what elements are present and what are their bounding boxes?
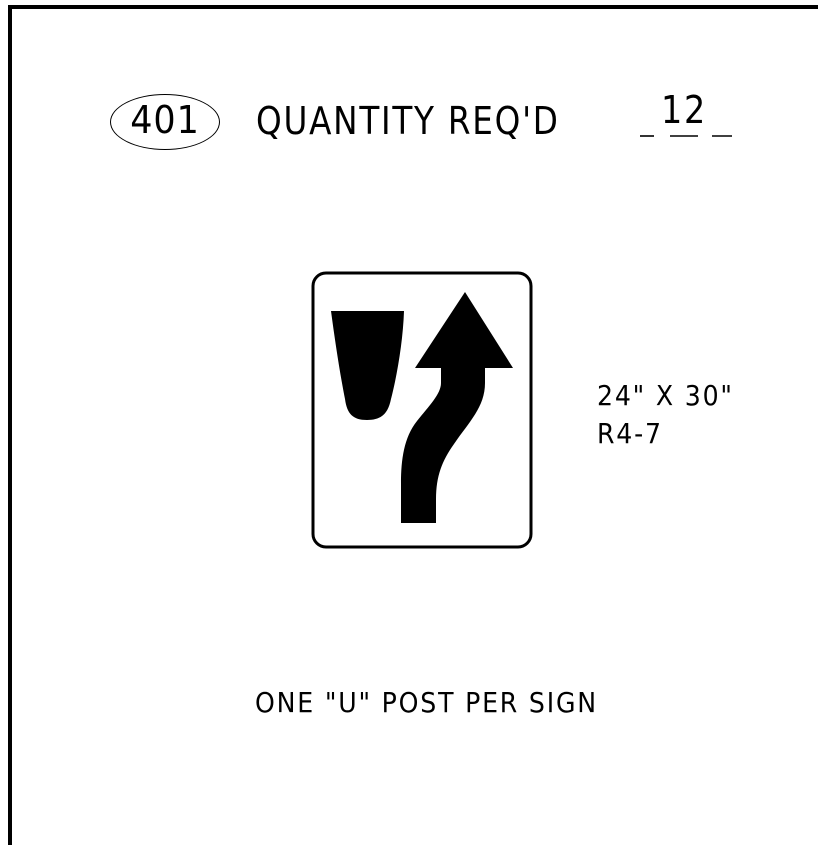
- keep-right-sign: [311, 271, 533, 549]
- post-note: ONE "U" POST PER SIGN: [255, 686, 598, 719]
- sign-code: R4-7: [597, 417, 663, 450]
- sign-number: 401: [130, 98, 200, 142]
- quantity-underline: [640, 135, 732, 137]
- quantity-value: 12: [660, 88, 708, 132]
- sign-size: 24" X 30": [597, 379, 734, 412]
- quantity-label: QUANTITY REQ'D: [256, 99, 560, 143]
